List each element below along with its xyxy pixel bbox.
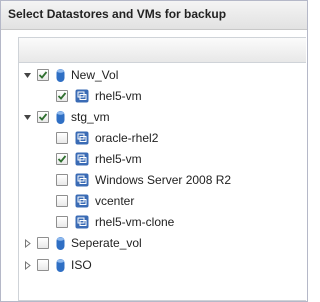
tree-node-new-vol-rhel5-vm[interactable]: rhel5-vm bbox=[56, 86, 142, 106]
seperate-vol-checkbox[interactable] bbox=[37, 237, 49, 249]
panel-title: Select Datastores and VMs for backup bbox=[8, 7, 227, 21]
checkmark-icon bbox=[38, 113, 48, 121]
datastore-icon bbox=[56, 236, 65, 251]
rhel5-vm-checkbox[interactable] bbox=[56, 153, 68, 165]
checkmark-icon bbox=[57, 155, 67, 163]
vcenter-checkbox[interactable] bbox=[56, 195, 68, 207]
new-vol-checkbox[interactable] bbox=[37, 69, 49, 81]
tree-node-label: rhel5-vm bbox=[95, 152, 142, 166]
checkmark-icon bbox=[57, 92, 67, 100]
tree-node-rhel5-vm-clone[interactable]: rhel5-vm-clone bbox=[56, 212, 174, 232]
iso-checkbox[interactable] bbox=[37, 259, 49, 271]
backup-selection-panel: Select Datastores and VMs for backup New… bbox=[0, 0, 308, 302]
tree-node-label: Seperate_vol bbox=[71, 236, 142, 250]
tree-node-stg-rhel5-vm[interactable]: rhel5-vm bbox=[56, 149, 142, 169]
datastore-icon bbox=[56, 258, 65, 273]
tree-node-iso[interactable]: ISO bbox=[22, 255, 92, 275]
tree-node-label: ISO bbox=[71, 258, 92, 272]
tree-node-label: New_Vol bbox=[71, 68, 119, 82]
stg-vm-checkbox[interactable] bbox=[37, 111, 49, 123]
triangle-right-icon[interactable] bbox=[22, 238, 33, 249]
datastore-icon bbox=[56, 110, 65, 125]
panel-titlebar: Select Datastores and VMs for backup bbox=[1, 1, 307, 30]
triangle-down-icon[interactable] bbox=[22, 70, 33, 81]
tree-node-stg-vm[interactable]: stg_vm bbox=[22, 107, 110, 127]
grid-header bbox=[19, 38, 306, 63]
checkmark-icon bbox=[38, 71, 48, 79]
tree-node-label: rhel5-vm bbox=[95, 89, 142, 103]
tree-node-vcenter[interactable]: vcenter bbox=[56, 191, 134, 211]
tree-node-windows-server[interactable]: Windows Server 2008 R2 bbox=[56, 170, 231, 190]
tree-node-label: vcenter bbox=[95, 194, 135, 208]
tree-node-seperate-vol[interactable]: Seperate_vol bbox=[22, 233, 142, 253]
tree-node-new-vol[interactable]: New_Vol bbox=[22, 65, 118, 85]
vm-icon bbox=[75, 215, 89, 229]
vm-icon bbox=[75, 152, 89, 166]
vm-icon bbox=[75, 194, 89, 208]
vm-icon bbox=[75, 89, 89, 103]
vm-icon bbox=[75, 173, 89, 187]
oracle-rhel2-checkbox[interactable] bbox=[56, 132, 68, 144]
tree-node-label: rhel5-vm-clone bbox=[95, 215, 175, 229]
rhel5-vm-checkbox[interactable] bbox=[56, 90, 68, 102]
tree-node-label: oracle-rhel2 bbox=[95, 131, 159, 145]
triangle-right-icon[interactable] bbox=[22, 260, 33, 271]
tree-node-oracle-rhel2[interactable]: oracle-rhel2 bbox=[56, 128, 158, 148]
windows-server-checkbox[interactable] bbox=[56, 174, 68, 186]
datastore-icon bbox=[56, 68, 65, 83]
tree-node-label: Windows Server 2008 R2 bbox=[95, 173, 232, 187]
tree-node-label: stg_vm bbox=[71, 110, 110, 124]
triangle-down-icon[interactable] bbox=[22, 112, 33, 123]
vm-icon bbox=[75, 131, 89, 145]
rhel5-vm-clone-checkbox[interactable] bbox=[56, 216, 68, 228]
